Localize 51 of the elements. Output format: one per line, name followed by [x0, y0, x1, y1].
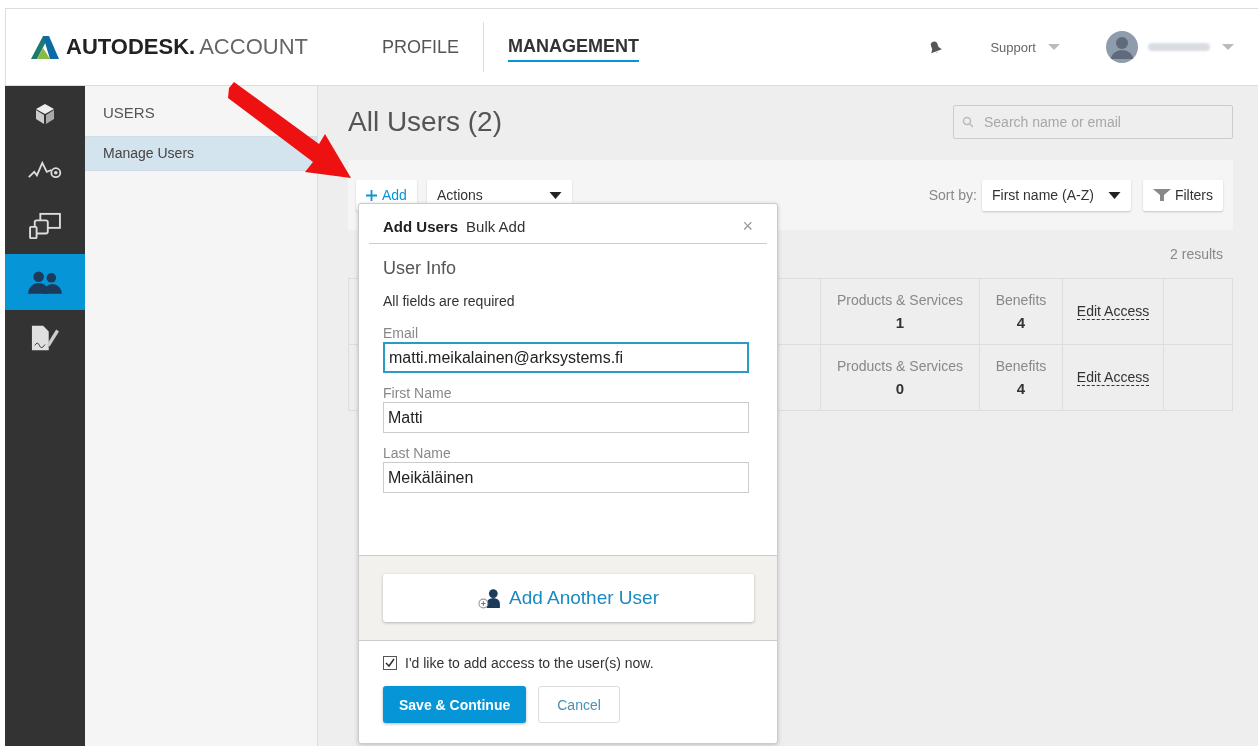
- checkbox-label: I'd like to add access to the user(s) now.: [405, 655, 654, 671]
- funnel-icon: [1152, 189, 1171, 201]
- caret-icon: [1048, 44, 1060, 50]
- caret-icon: [548, 191, 562, 199]
- field-label: Last Name: [383, 445, 452, 461]
- edit-access-link[interactable]: Edit Access: [1076, 369, 1150, 386]
- sort-label: Sort by:: [928, 187, 977, 203]
- logo-icon: [30, 34, 60, 60]
- caret-icon: [1222, 44, 1234, 50]
- product-name: ACCOUNT: [199, 34, 308, 60]
- sidebar-heading: USERS: [102, 103, 156, 123]
- edit-access-link[interactable]: Edit Access: [1076, 303, 1150, 320]
- text-input[interactable]: Meikäläinen: [383, 462, 749, 493]
- field-label: Email: [383, 325, 419, 341]
- add-another-user-button[interactable]: Add Another User: [382, 574, 754, 622]
- brand-name: AUTODESK.: [66, 34, 196, 60]
- required-note: All fields are required: [383, 293, 516, 309]
- nav-tab[interactable]: MANAGEMENT: [508, 32, 640, 62]
- dialog-tab[interactable]: Add Users: [383, 218, 459, 235]
- sort-dropdown[interactable]: First name (A-Z): [982, 179, 1131, 211]
- count-value: 1: [895, 314, 905, 331]
- dialog-tab[interactable]: Bulk Add: [466, 218, 526, 235]
- avatar-icon[interactable]: [1106, 31, 1138, 63]
- support-menu[interactable]: Support: [990, 39, 1036, 55]
- search-icon: [962, 116, 974, 128]
- sidebar-item[interactable]: Manage Users: [85, 136, 317, 171]
- nav-tab[interactable]: PROFILE: [382, 33, 460, 61]
- blurred-username: [1148, 43, 1210, 51]
- column-label: Products & Services: [836, 358, 964, 374]
- column-label: Products & Services: [836, 292, 964, 308]
- devices-icon: [27, 212, 63, 240]
- count-value: 4: [1016, 380, 1026, 397]
- text-input[interactable]: matti.meikalainen@arksystems.fi: [383, 342, 749, 373]
- count-value: 0: [895, 380, 905, 397]
- column-label: Benefits: [995, 292, 1047, 308]
- cancel-button[interactable]: Cancel: [538, 686, 620, 723]
- section-title: User Info: [383, 258, 458, 279]
- results-count: 2 results: [1170, 246, 1223, 262]
- text-input[interactable]: Matti: [383, 402, 749, 433]
- users-icon: [27, 268, 63, 296]
- add-user-icon: [477, 587, 503, 609]
- cube-icon: [33, 102, 57, 126]
- page-title: All Users (2): [348, 106, 502, 138]
- search-field[interactable]: Search name or email: [953, 105, 1233, 139]
- caret-icon: [1107, 191, 1121, 199]
- field-label: First Name: [383, 385, 453, 401]
- column-label: Benefits: [995, 358, 1047, 374]
- filters-button[interactable]: Filters: [1142, 179, 1223, 211]
- count-value: 4: [1016, 314, 1026, 331]
- plus-icon: [366, 189, 377, 201]
- checkbox[interactable]: [383, 656, 397, 670]
